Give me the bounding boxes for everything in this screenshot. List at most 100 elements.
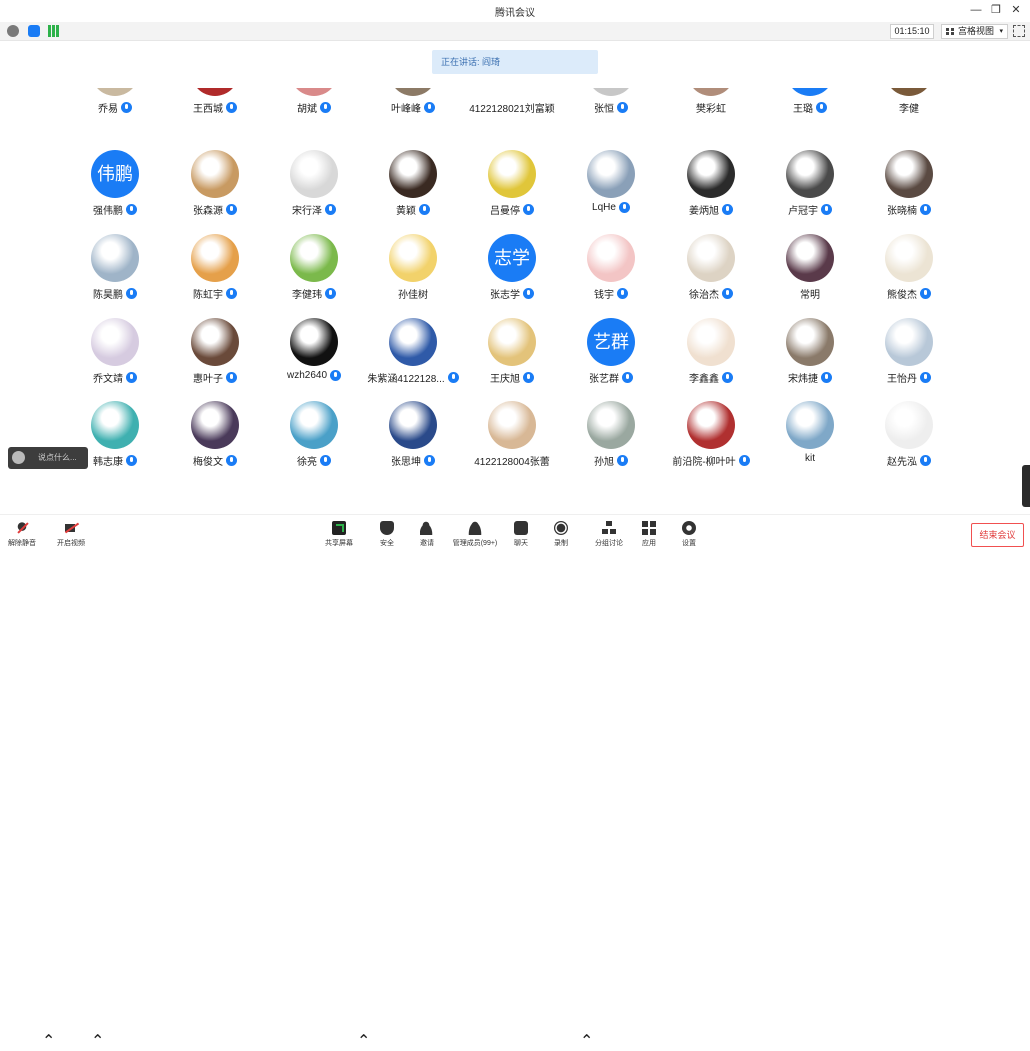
settings-button[interactable]: 设置 xyxy=(667,519,711,551)
avatar xyxy=(885,401,933,449)
avatar xyxy=(687,234,735,282)
signal-icon[interactable] xyxy=(48,25,60,37)
mic-icon xyxy=(523,204,534,215)
avatar xyxy=(687,401,735,449)
participant-tile[interactable]: 李健 xyxy=(859,88,959,118)
participant-tile[interactable]: 朱紫涵4122128... xyxy=(363,318,463,388)
breakout-rooms-button[interactable]: 分组讨论 xyxy=(587,519,631,551)
mic-icon xyxy=(419,204,430,215)
mute-options-icon[interactable]: ⌃ xyxy=(42,1031,55,1051)
avatar xyxy=(786,234,834,282)
video-label: 开启视频 xyxy=(57,540,85,547)
participant-tile[interactable]: 惠叶子 xyxy=(165,318,265,388)
participant-tile[interactable]: 张晓楠 xyxy=(859,150,959,220)
participant-tile[interactable]: 王西城 xyxy=(165,88,265,118)
invite-button[interactable]: 邀请 xyxy=(405,519,449,551)
participant-name-row: 李健 xyxy=(849,100,969,115)
participant-tile[interactable]: 樊彩虹 xyxy=(661,88,761,118)
participant-tile[interactable]: 王怡丹 xyxy=(859,318,959,388)
video-options-icon[interactable]: ⌃ xyxy=(91,1031,104,1051)
participant-tile[interactable]: 胡斌 xyxy=(264,88,364,118)
participant-tile[interactable]: 徐亮 xyxy=(264,401,364,471)
mute-button[interactable]: 解除静音 xyxy=(0,519,44,551)
participant-tile[interactable]: 王璐王璐 xyxy=(760,88,860,118)
participant-tile[interactable]: 陈昊鹏 xyxy=(65,234,165,304)
info-icon[interactable] xyxy=(7,25,19,37)
participant-tile[interactable]: 宋行泽 xyxy=(264,150,364,220)
participant-tile[interactable]: 4122128004张蕾 xyxy=(462,401,562,471)
participant-tile[interactable]: 宋炜捷 xyxy=(760,318,860,388)
participant-tile[interactable]: 艺群 张艺群 xyxy=(561,318,661,388)
participant-tile[interactable]: 徐治杰 xyxy=(661,234,761,304)
participant-tile[interactable]: 李鑫鑫 xyxy=(661,318,761,388)
participant-tile[interactable]: 4122128021刘富颖 xyxy=(462,88,562,118)
participant-tile[interactable]: 张恒 xyxy=(561,88,661,118)
participant-tile[interactable]: 孙佳树 xyxy=(363,234,463,304)
participant-tile[interactable]: wzh2640 xyxy=(264,318,364,388)
participant-name: 黄颖 xyxy=(396,206,416,217)
mic-icon xyxy=(722,288,733,299)
avatar xyxy=(290,88,338,96)
participant-tile[interactable]: 钱宇 xyxy=(561,234,661,304)
mic-icon xyxy=(618,202,630,213)
shield-icon[interactable] xyxy=(28,25,40,37)
record-button[interactable]: 录制 xyxy=(539,519,583,551)
participant-tile[interactable]: 卢冠宇 xyxy=(760,150,860,220)
participant-tile[interactable]: kit xyxy=(760,401,860,471)
share-options-icon[interactable]: ⌃ xyxy=(357,1031,370,1051)
view-label: 宫格视图 xyxy=(958,26,995,36)
participant-tile[interactable]: 黄颖 xyxy=(363,150,463,220)
side-panel-handle[interactable] xyxy=(1022,465,1030,507)
fullscreen-icon[interactable] xyxy=(1013,25,1025,37)
mute-label: 解除静音 xyxy=(8,540,36,547)
gear-icon xyxy=(682,521,696,535)
avatar xyxy=(389,318,437,366)
minimize-icon[interactable]: — xyxy=(968,2,984,18)
participant-name: 张思坤 xyxy=(391,457,421,468)
participant-tile[interactable]: 孙旭 xyxy=(561,401,661,471)
manage-members-button[interactable]: 管理成员(99+) xyxy=(452,519,498,551)
participant-tile[interactable]: 伟鹏 强伟鹏 xyxy=(65,150,165,220)
participant-tile[interactable]: 赵先泓 xyxy=(859,401,959,471)
avatar xyxy=(389,234,437,282)
share-screen-button[interactable]: 共享屏幕 xyxy=(317,519,361,551)
participant-tile[interactable]: 常明 xyxy=(760,234,860,304)
participant-tile[interactable]: 乔易 xyxy=(65,88,165,118)
participant-tile[interactable]: 姜炳旭 xyxy=(661,150,761,220)
participant-name-row: 熊俊杰 xyxy=(849,286,969,301)
close-icon[interactable]: ✕ xyxy=(1008,2,1024,18)
apps-button[interactable]: 应用 xyxy=(627,519,671,551)
view-switch-button[interactable]: 宫格视图 ▾ xyxy=(941,24,1008,39)
end-meeting-button[interactable]: 结束会议 xyxy=(971,523,1024,547)
participant-tile[interactable]: 吕曼停 xyxy=(462,150,562,220)
emoji-icon[interactable] xyxy=(12,451,25,464)
video-button[interactable]: 开启视频 xyxy=(49,519,93,551)
avatar: 艺群 xyxy=(587,318,635,366)
participant-name: 梅俊文 xyxy=(193,457,223,468)
chat-input[interactable]: 说点什么... xyxy=(8,447,88,469)
restore-icon[interactable]: ❐ xyxy=(988,2,1004,18)
participant-tile[interactable]: 李健玮 xyxy=(264,234,364,304)
participant-tile[interactable]: 叶峰峰 xyxy=(363,88,463,118)
participant-tile[interactable]: 志学 张志学 xyxy=(462,234,562,304)
avatar xyxy=(786,401,834,449)
participant-name: kit xyxy=(805,453,815,464)
avatar xyxy=(91,318,139,366)
avatar xyxy=(488,88,536,96)
chat-button[interactable]: 聊天 xyxy=(499,519,543,551)
settings-label: 设置 xyxy=(682,540,696,547)
mic-icon xyxy=(226,455,237,466)
participant-tile[interactable]: 张思坤 xyxy=(363,401,463,471)
record-options-icon[interactable]: ⌃ xyxy=(580,1031,593,1051)
participant-name: 王璐 xyxy=(793,104,813,115)
participant-tile[interactable]: 王庆旭 xyxy=(462,318,562,388)
participant-tile[interactable]: LqHe xyxy=(561,150,661,220)
participant-tile[interactable]: 张森源 xyxy=(165,150,265,220)
participant-tile[interactable]: 梅俊文 xyxy=(165,401,265,471)
participant-tile[interactable]: 前沿院-柳叶叶 xyxy=(661,401,761,471)
participant-tile[interactable]: 熊俊杰 xyxy=(859,234,959,304)
security-button[interactable]: 安全 xyxy=(365,519,409,551)
participant-tile[interactable]: 乔文靖 xyxy=(65,318,165,388)
mic-icon xyxy=(320,455,331,466)
participant-tile[interactable]: 陈虹宇 xyxy=(165,234,265,304)
